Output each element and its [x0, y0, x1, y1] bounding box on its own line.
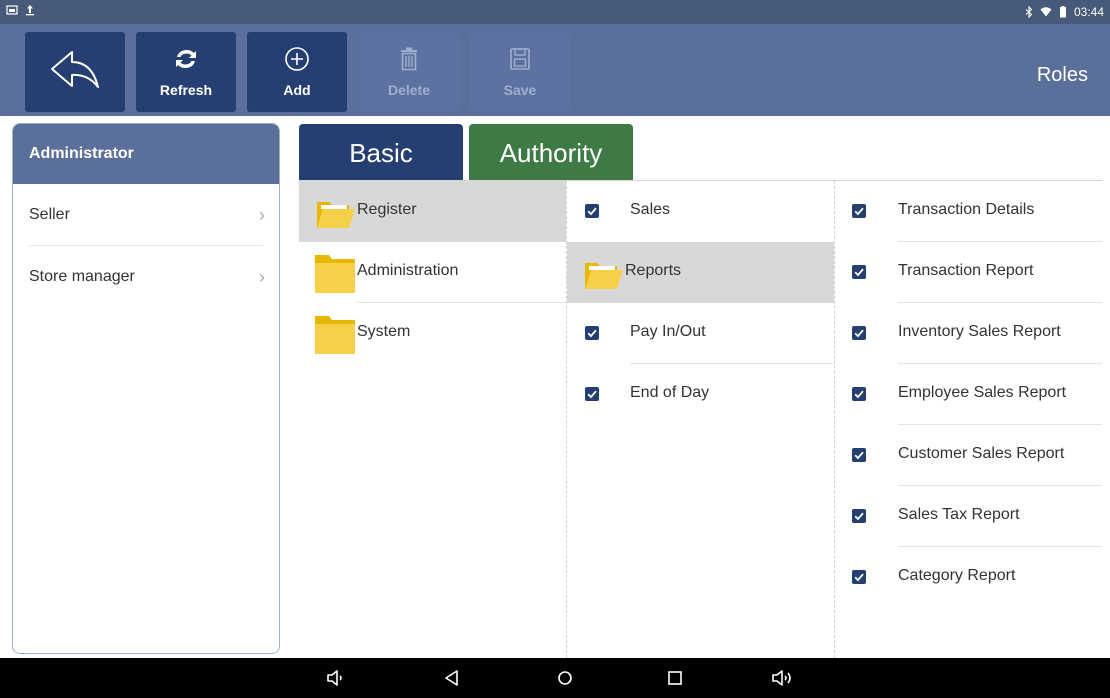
volume-up-icon[interactable]: [771, 668, 795, 688]
permission-item-transaction-report[interactable]: Transaction Report: [835, 242, 1102, 303]
role-item-label: Seller: [29, 206, 70, 223]
refresh-label: Refresh: [159, 82, 213, 98]
home-nav-icon[interactable]: [555, 668, 575, 688]
permission-item-sales[interactable]: Sales: [567, 181, 834, 242]
add-icon: [285, 47, 309, 71]
role-item-seller[interactable]: Seller ›: [13, 184, 279, 246]
delete-label: Delete: [387, 82, 431, 98]
refresh-icon: [176, 50, 196, 68]
open-folder-icon: [585, 263, 623, 289]
save-label: Save: [503, 82, 537, 98]
permission-item-category-report[interactable]: Category Report: [835, 547, 1102, 608]
role-item-administrator[interactable]: Administrator: [13, 124, 279, 184]
role-list: Administrator Seller › Store manager ›: [12, 123, 280, 654]
permission-label: Customer Sales Report: [898, 445, 1065, 462]
tab-basic[interactable]: Basic: [299, 124, 463, 180]
category-item-register[interactable]: Register: [299, 181, 566, 242]
checkbox-checked-icon[interactable]: [585, 326, 599, 340]
checkbox-checked-icon[interactable]: [852, 570, 866, 584]
status-bar: 03:44: [0, 0, 1110, 24]
open-folder-icon: [317, 202, 355, 228]
subcategory-label: Reports: [625, 262, 682, 279]
permission-label: Inventory Sales Report: [898, 323, 1061, 340]
category-column: Register Administration System: [299, 181, 567, 658]
upload-notification-icon: [26, 5, 34, 16]
folder-icon: [315, 255, 355, 293]
permission-label: End of Day: [630, 384, 710, 401]
permission-item-transaction-details[interactable]: Transaction Details: [835, 181, 1102, 242]
checkbox-checked-icon[interactable]: [852, 448, 866, 462]
navigation-bar: [0, 658, 1110, 698]
permission-label: Sales Tax Report: [898, 506, 1020, 523]
battery-icon: [1059, 6, 1066, 18]
clock: 03:44: [1073, 5, 1104, 19]
permission-label: Sales: [630, 201, 671, 218]
trash-icon: [401, 47, 417, 71]
permission-item-sales-tax-report[interactable]: Sales Tax Report: [835, 486, 1102, 547]
category-label: Register: [357, 201, 417, 218]
floppy-disk-icon: [510, 48, 530, 70]
delete-button[interactable]: Delete: [359, 32, 459, 112]
permission-label: Transaction Details: [898, 201, 1035, 218]
add-label: Add: [283, 82, 311, 98]
category-item-administration[interactable]: Administration: [299, 242, 566, 303]
back-arrow-icon: [51, 51, 99, 88]
permission-label: Pay In/Out: [630, 323, 706, 340]
chevron-right-icon: ›: [259, 205, 265, 225]
wifi-icon: [1040, 7, 1052, 17]
checkbox-checked-icon[interactable]: [585, 387, 599, 401]
checkbox-checked-icon[interactable]: [852, 509, 866, 523]
checkbox-checked-icon[interactable]: [852, 326, 866, 340]
toolbar: Refresh Add Delete Save Roles: [0, 24, 1110, 116]
back-nav-icon[interactable]: [442, 668, 462, 688]
category-label: System: [357, 323, 411, 340]
permission-item-employee-sales-report[interactable]: Employee Sales Report: [835, 364, 1102, 425]
folder-icon: [315, 316, 355, 354]
register-column: Sales Reports Pay In/Out End of Day: [567, 181, 835, 658]
chevron-right-icon: ›: [259, 267, 265, 287]
category-item-system[interactable]: System: [299, 303, 566, 364]
category-label: Administration: [357, 262, 459, 279]
permission-item-inventory-sales-report[interactable]: Inventory Sales Report: [835, 303, 1102, 364]
role-item-store-manager[interactable]: Store manager ›: [13, 246, 279, 308]
checkbox-checked-icon[interactable]: [852, 204, 866, 218]
recents-nav-icon[interactable]: [665, 668, 685, 688]
bluetooth-icon: [1025, 6, 1033, 18]
tab-authority[interactable]: Authority: [469, 124, 633, 180]
permission-label: Category Report: [898, 567, 1016, 584]
role-item-label: Store manager: [29, 268, 135, 285]
page-title: Roles: [1036, 64, 1088, 86]
permission-label: Employee Sales Report: [898, 384, 1067, 401]
permission-label: Transaction Report: [898, 262, 1034, 279]
checkbox-checked-icon[interactable]: [585, 204, 599, 218]
image-notification-icon: [6, 5, 18, 15]
subcategory-item-reports[interactable]: Reports: [567, 242, 834, 303]
permission-item-customer-sales-report[interactable]: Customer Sales Report: [835, 425, 1102, 486]
checkbox-checked-icon[interactable]: [852, 265, 866, 279]
volume-down-icon[interactable]: [326, 668, 346, 688]
permission-item-pay-in-out[interactable]: Pay In/Out: [567, 303, 834, 364]
back-button[interactable]: [25, 32, 125, 112]
add-button[interactable]: Add: [247, 32, 347, 112]
reports-column: Transaction Details Transaction Report I…: [835, 181, 1102, 658]
role-item-label: Administrator: [29, 145, 134, 162]
permission-item-end-of-day[interactable]: End of Day: [567, 364, 834, 425]
save-button[interactable]: Save: [470, 32, 570, 112]
refresh-button[interactable]: Refresh: [136, 32, 236, 112]
checkbox-checked-icon[interactable]: [852, 387, 866, 401]
